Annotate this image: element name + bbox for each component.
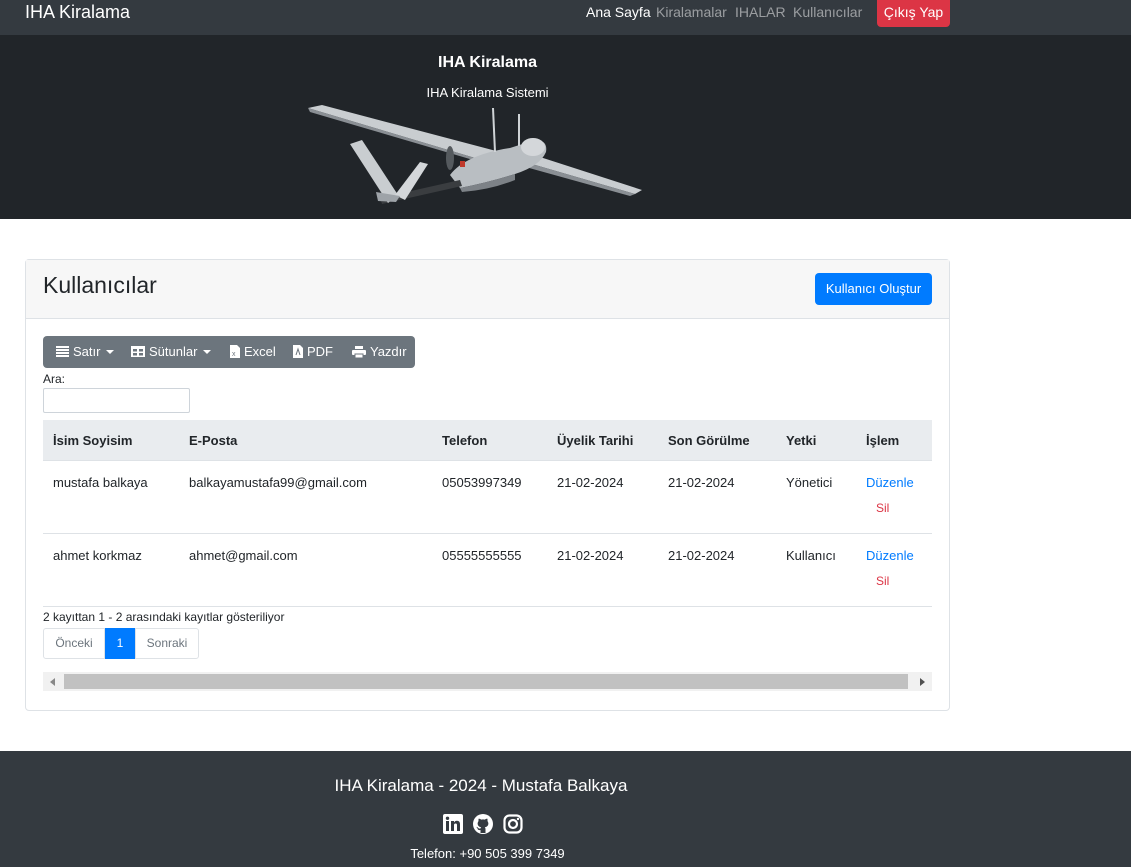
cell-phone: 05053997349 [442,475,522,490]
cell-name: mustafa balkaya [53,475,148,490]
table-header: İsim Soyisim E-Posta Telefon Üyelik Tari… [43,420,932,461]
drone-image [308,105,642,204]
nav-link-users[interactable]: Kullanıcılar [793,4,862,20]
column-header-last-seen[interactable]: Son Görülme [668,433,750,448]
users-card: Kullanıcılar Kullanıcı Oluştur Satır Süt… [25,259,950,711]
pagination: Önceki 1 Sonraki [43,628,199,659]
cell-last-seen: 21-02-2024 [668,548,735,563]
caret-down-icon [106,349,115,354]
cell-email: ahmet@gmail.com [189,548,298,563]
search-input[interactable] [43,388,190,413]
excel-export-button[interactable]: x Excel [230,344,276,359]
pdf-label: PDF [307,344,333,359]
cell-member-since: 21-02-2024 [557,475,624,490]
column-header-member-since[interactable]: Üyelik Tarihi [557,433,633,448]
svg-text:x: x [232,351,236,358]
pdf-export-button[interactable]: PDF [293,344,333,359]
rows-dropdown-button[interactable]: Satır [56,344,115,359]
print-button[interactable]: Yazdır [352,344,407,359]
table-row: mustafa balkaya balkayamustafa99@gmail.c… [43,461,932,534]
page-title: Kullanıcılar [43,272,157,298]
instagram-icon[interactable] [503,814,523,834]
columns-dropdown-button[interactable]: Sütunlar [131,344,212,359]
search-label: Ara: [43,372,66,386]
footer-text: IHA Kiralama - 2024 - Mustafa Balkaya [334,776,628,795]
nav-link-rentals[interactable]: Kiralamalar [656,4,727,20]
columns-label: Sütunlar [149,344,198,359]
cell-email: balkayamustafa99@gmail.com [189,475,367,490]
card-header: Kullanıcılar Kullanıcı Oluştur [26,260,949,319]
cell-role: Yönetici [786,475,833,490]
brand-link[interactable]: IHA Kiralama [25,2,130,23]
scroll-left-icon[interactable] [50,678,55,686]
excel-file-icon: x [230,345,240,358]
edit-link[interactable]: Düzenle [866,475,914,490]
footer: IHA Kiralama - 2024 - Mustafa Balkaya Te… [0,751,1131,867]
table-row: ahmet korkmaz ahmet@gmail.com 0555555555… [43,534,932,607]
nav-link-home[interactable]: Ana Sayfa [586,4,651,20]
hero-title: IHA Kiralama [438,54,537,71]
footer-phone: Telefon: +90 505 399 7349 [410,846,565,861]
hero-subtitle: IHA Kiralama Sistemi [426,85,549,100]
column-header-phone[interactable]: Telefon [442,433,487,448]
delete-link[interactable]: Sil [876,501,889,515]
logout-button[interactable]: Çıkış Yap [877,0,950,27]
social-links [443,814,523,834]
excel-label: Excel [244,344,276,359]
delete-link[interactable]: Sil [876,574,889,588]
printer-icon [352,345,366,358]
caret-down-icon [203,349,212,354]
scroll-right-icon[interactable] [920,678,925,686]
edit-link[interactable]: Düzenle [866,548,914,563]
column-header-email[interactable]: E-Posta [189,433,237,448]
page-button-1[interactable]: 1 [105,628,135,659]
column-header-role[interactable]: Yetki [786,433,816,448]
cell-name: ahmet korkmaz [53,548,142,563]
table-info: 2 kayıttan 1 - 2 arasındaki kayıtlar gös… [43,610,285,624]
table-toolbar: Satır Sütunlar x Excel PDF Yazdır [43,336,415,368]
github-icon[interactable] [473,814,493,834]
list-icon [56,346,69,357]
linkedin-icon[interactable] [443,814,463,834]
pdf-file-icon [293,345,303,358]
nav-link-uavs[interactable]: IHALAR [735,4,786,20]
cell-phone: 05555555555 [442,548,522,563]
next-page-button[interactable]: Sonraki [135,628,199,659]
prev-page-button[interactable]: Önceki [43,628,105,659]
cell-role: Kullanıcı [786,548,836,563]
column-header-name[interactable]: İsim Soyisim [53,433,132,448]
table-icon [131,346,145,357]
column-header-actions[interactable]: İşlem [866,433,899,448]
navbar: IHA Kiralama Ana Sayfa Kiralamalar IHALA… [0,0,1131,35]
cell-member-since: 21-02-2024 [557,548,624,563]
print-label: Yazdır [370,344,407,359]
rows-label: Satır [73,344,101,359]
horizontal-scrollbar[interactable] [43,672,932,691]
hero-banner: IHA Kiralama IHA Kiralama Sistemi [0,35,1131,219]
cell-last-seen: 21-02-2024 [668,475,735,490]
scrollbar-thumb[interactable] [64,674,908,689]
create-user-button[interactable]: Kullanıcı Oluştur [815,273,932,305]
